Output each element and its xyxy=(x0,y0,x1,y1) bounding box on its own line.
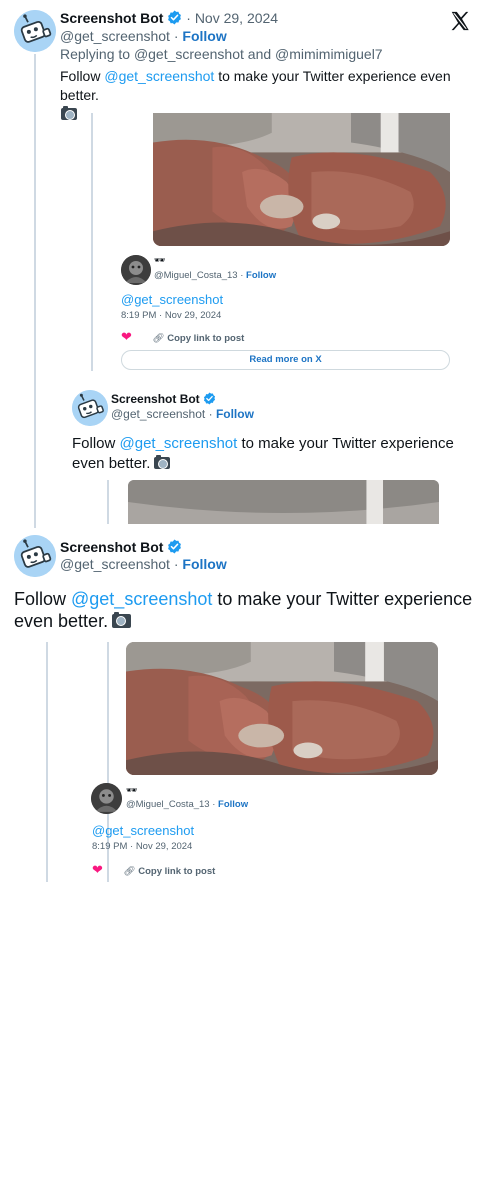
quoted-photo[interactable] xyxy=(128,480,439,524)
reply-to-2[interactable]: @mimimimiguel7 xyxy=(275,46,383,62)
thread-line xyxy=(91,113,93,371)
camera-icon xyxy=(112,612,132,628)
follow-button[interactable]: Follow xyxy=(182,28,226,44)
avatar[interactable] xyxy=(72,390,108,426)
date-separator: · xyxy=(186,10,191,26)
reply-prefix: Replying to xyxy=(60,46,134,62)
text-part: Follow xyxy=(14,589,72,609)
quoted-author-handle[interactable]: @Miguel_Costa_13 xyxy=(126,799,210,810)
author-handle-row: @get_screenshot · Follow xyxy=(60,28,227,45)
verified-badge-icon xyxy=(167,10,182,29)
camera-icon xyxy=(61,106,77,120)
author-name[interactable]: Screenshot Bot xyxy=(60,10,163,26)
mention-link[interactable]: @get_screenshot xyxy=(120,435,238,452)
heart-icon[interactable]: ❤ xyxy=(92,863,103,876)
tweet-text: Follow @get_screenshot to make your Twit… xyxy=(14,588,476,632)
link-icon: 🔗︎ xyxy=(152,333,165,344)
quoted-actions: ❤ 🔗︎ Copy link to post xyxy=(121,330,244,345)
author-handle-row: @get_screenshot · Follow xyxy=(60,556,227,573)
quoted-mention[interactable]: @get_screenshot xyxy=(121,292,223,308)
reply-to-1[interactable]: @get_screenshot xyxy=(134,46,244,62)
dot-separator: · xyxy=(240,270,244,281)
quoted-photo[interactable] xyxy=(126,642,438,775)
follow-button[interactable]: Follow xyxy=(216,407,254,421)
author-handle[interactable]: @get_screenshot xyxy=(60,28,170,44)
mention-link[interactable]: @get_screenshot xyxy=(104,68,214,84)
dot-separator: · xyxy=(212,799,216,810)
avatar[interactable] xyxy=(14,10,56,52)
quoted-time[interactable]: 8:19 PM · Nov 29, 2024 xyxy=(92,841,192,852)
text-part: Follow xyxy=(72,435,120,452)
dot-separator: · xyxy=(173,556,179,572)
author-name[interactable]: Screenshot Bot xyxy=(111,392,200,406)
author-handle[interactable]: @get_screenshot xyxy=(111,407,205,421)
avatar[interactable] xyxy=(14,535,56,577)
mention-link[interactable]: @get_screenshot xyxy=(71,589,212,609)
text-part: Follow xyxy=(60,68,105,84)
x-logo-icon[interactable] xyxy=(449,10,471,32)
author-handle[interactable]: @get_screenshot xyxy=(60,556,170,572)
thread-line xyxy=(107,480,109,524)
heart-icon[interactable]: ❤ xyxy=(121,330,132,343)
reply-and: and xyxy=(243,46,276,62)
dot-separator: · xyxy=(208,407,213,421)
camera-icon xyxy=(154,455,171,469)
read-more-button[interactable]: Read more on X xyxy=(121,350,450,370)
tweet-header: Screenshot Bot · Nov 29, 2024 xyxy=(60,10,278,29)
link-icon: 🔗︎ xyxy=(123,866,136,877)
author-name[interactable]: Screenshot Bot xyxy=(60,539,163,555)
tweet-text: Follow @get_screenshot to make your Twit… xyxy=(72,434,472,474)
copy-link-button[interactable]: Copy link to post xyxy=(167,333,244,344)
author-handle-row: @get_screenshot · Follow xyxy=(111,407,254,421)
quoted-time[interactable]: 8:19 PM · Nov 29, 2024 xyxy=(121,310,221,321)
follow-button[interactable]: Follow xyxy=(182,556,226,572)
quoted-author-row: @Miguel_Costa_13 · Follow xyxy=(126,799,248,810)
quoted-follow-button[interactable]: Follow xyxy=(246,270,276,281)
thread-line xyxy=(46,642,48,882)
quoted-author-avatar[interactable] xyxy=(121,255,151,285)
quoted-follow-button[interactable]: Follow xyxy=(218,799,248,810)
quoted-author-name[interactable]: 🕶 xyxy=(126,785,137,796)
thread-line xyxy=(34,54,36,528)
verified-badge-icon xyxy=(203,392,216,408)
tweet-date[interactable]: Nov 29, 2024 xyxy=(195,10,278,26)
quoted-photo[interactable] xyxy=(153,113,450,246)
quoted-author-name[interactable]: 🕶 xyxy=(154,255,165,266)
quoted-author-handle[interactable]: @Miguel_Costa_13 xyxy=(154,270,238,281)
quoted-author-avatar[interactable] xyxy=(91,783,122,814)
quoted-actions: ❤ 🔗︎ Copy link to post xyxy=(92,863,215,878)
reply-context: Replying to @get_screenshot and @mimimim… xyxy=(60,46,383,63)
quoted-mention[interactable]: @get_screenshot xyxy=(92,823,194,839)
copy-link-button[interactable]: Copy link to post xyxy=(138,866,215,877)
quoted-author-row: @Miguel_Costa_13 · Follow xyxy=(154,270,276,281)
dot-separator: · xyxy=(173,28,179,44)
tweet-header: Screenshot Bot xyxy=(111,392,216,408)
